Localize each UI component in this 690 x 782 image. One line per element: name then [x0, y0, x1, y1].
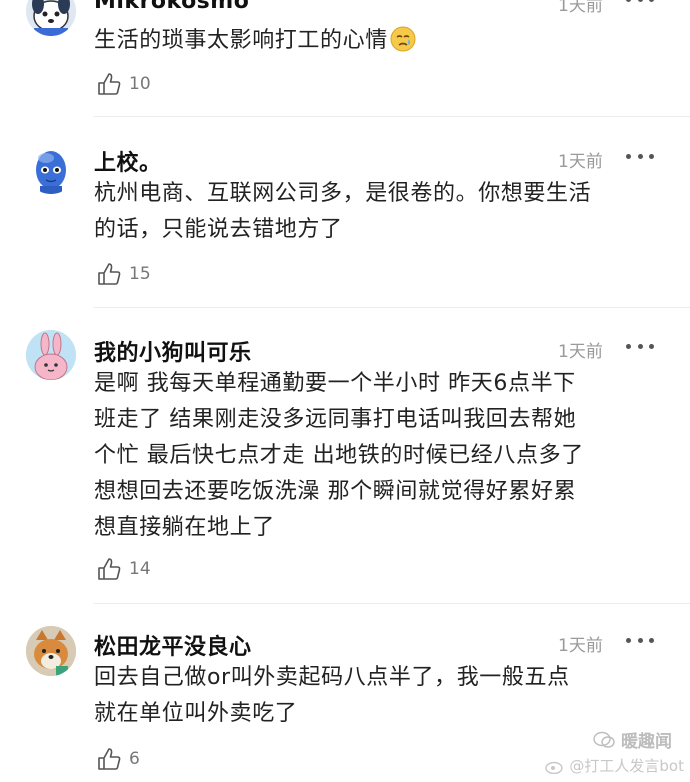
watermark-bottom: @打工人发言bot: [545, 755, 684, 776]
dot-icon: [626, 343, 631, 349]
avatar[interactable]: [26, 144, 76, 194]
dot-icon: [649, 0, 654, 2]
timestamp: 1天前: [558, 0, 603, 16]
blue-face-icon: [26, 144, 76, 194]
thumbs-up-icon: [98, 263, 121, 285]
dot-icon: [626, 0, 631, 2]
like-count: 15: [129, 264, 151, 284]
more-options-button[interactable]: [626, 342, 654, 350]
divider: [94, 603, 690, 604]
timestamp: 1天前: [558, 342, 603, 362]
avatar[interactable]: [26, 0, 76, 36]
more-options-button[interactable]: [626, 152, 654, 160]
timestamp: 1天前: [558, 636, 603, 656]
username[interactable]: 松田龙平没良心: [94, 629, 252, 661]
like-button[interactable]: 15: [96, 260, 151, 288]
dot-icon: [649, 343, 654, 349]
dot-icon: [637, 343, 643, 349]
username[interactable]: 上校。: [94, 145, 162, 177]
watermark-bottom-text: @打工人发言bot: [569, 757, 684, 775]
more-options-button[interactable]: [626, 636, 654, 644]
comment-text-content: 生活的琐事太影响打工的心情: [94, 28, 388, 53]
timestamp: 1天前: [558, 152, 603, 172]
like-button[interactable]: 14: [96, 555, 151, 583]
like-count: 10: [129, 74, 151, 94]
weibo-icon: [545, 761, 564, 774]
comment-text: 杭州电商、互联网公司多，是很卷的。你想要生活 的话，只能说去错地方了: [94, 181, 592, 242]
crying-face-icon: [390, 26, 416, 52]
more-options-button[interactable]: [626, 0, 654, 3]
divider: [94, 307, 690, 308]
dot-icon: [626, 637, 631, 643]
username[interactable]: 我的小狗叫可乐: [94, 335, 252, 367]
avatar[interactable]: [26, 330, 76, 380]
shiba-dog-icon: [26, 626, 76, 676]
dot-icon: [637, 637, 643, 643]
wechat-icon: [593, 731, 615, 748]
dot-icon: [626, 153, 631, 159]
dot-icon: [637, 0, 643, 2]
pink-rabbit-icon: [26, 330, 76, 380]
comment-text: 回去自己做or叫外卖起码八点半了，我一般五点 就在单位叫外卖吃了: [94, 665, 570, 726]
cartoon-dog-icon: [26, 0, 76, 36]
dot-icon: [649, 637, 654, 643]
watermark-top: 暖趣闻: [593, 727, 672, 752]
like-count: 6: [129, 749, 140, 769]
like-count: 14: [129, 559, 151, 579]
thumbs-up-icon: [98, 558, 121, 580]
like-button[interactable]: 6: [96, 745, 140, 773]
thumbs-up-icon: [98, 748, 121, 770]
comment-text: 是啊 我每天单程通勤要一个半小时 昨天6点半下 班走了 结果刚走没多远同事打电话…: [94, 371, 584, 540]
dot-icon: [637, 153, 643, 159]
username[interactable]: Mikrokosmo: [94, 0, 249, 14]
avatar[interactable]: [26, 626, 76, 676]
divider: [94, 116, 690, 117]
thumbs-up-icon: [98, 73, 121, 95]
watermark-top-text: 暖趣闻: [621, 732, 672, 752]
like-button[interactable]: 10: [96, 70, 151, 98]
dot-icon: [649, 153, 654, 159]
comment-text: 生活的琐事太影响打工的心情: [94, 23, 664, 59]
